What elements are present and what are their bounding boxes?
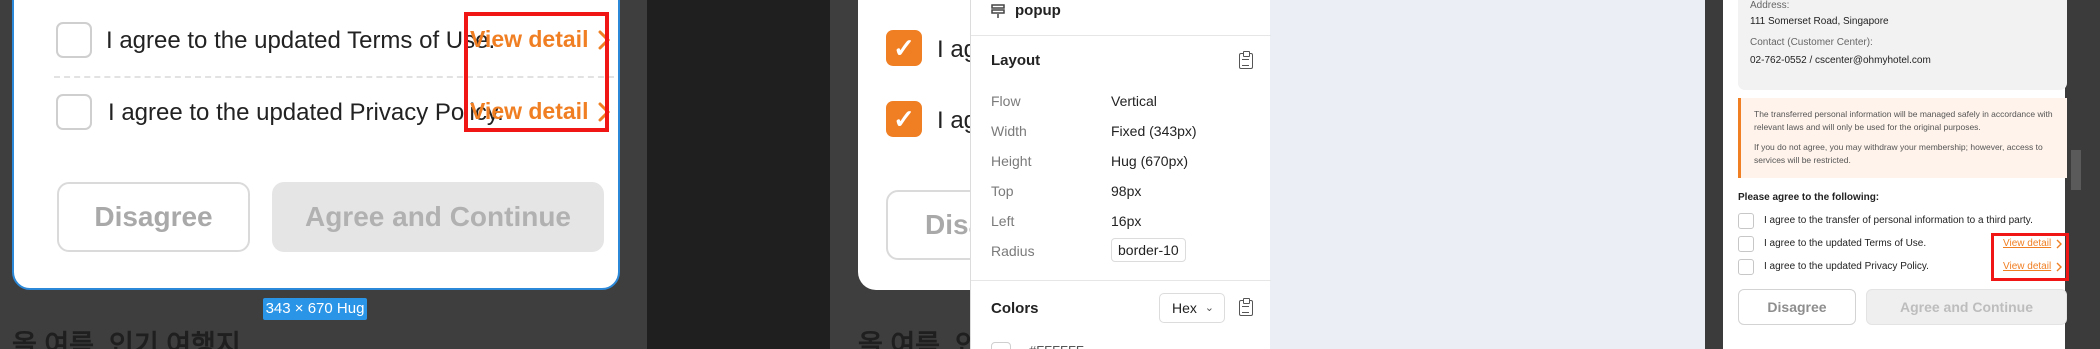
prop-value-top: 98px <box>1111 183 1142 199</box>
checked-checkbox[interactable]: ✓ <box>886 30 922 66</box>
canvas-gap <box>647 0 830 349</box>
prop-label-top: Top <box>991 183 1014 199</box>
colors-title: Colors <box>991 300 1039 317</box>
prop-value-radius: border-10 <box>1111 238 1186 262</box>
preview-canvas-left: I agree to the updated Terms of Use. Vie… <box>0 0 647 349</box>
third-party-label: I agree to the transfer of personal info… <box>1764 215 2033 226</box>
address-value: 111 Somerset Road, Singapore <box>1750 16 1889 27</box>
agree-continue-button[interactable]: Agree and Continue <box>272 182 604 252</box>
prop-value-height: Hug (670px) <box>1111 153 1189 169</box>
contact-value: 02-762-0552 / cscenter@ohmyhotel.com <box>1750 55 1931 66</box>
notice-text-1: The transferred personal information wil… <box>1754 109 2053 132</box>
row-label-partial: I ag <box>937 107 970 134</box>
background-element <box>2071 150 2081 190</box>
privacy-label: I agree to the updated Privacy Policy. <box>1764 261 1929 272</box>
consent-popup: I agree to the updated Terms of Use. Vie… <box>12 0 620 290</box>
terms-label: I agree to the updated Terms of Use. <box>106 27 496 54</box>
hotel-info-box: Address: 111 Somerset Road, Singapore Co… <box>1738 0 2067 90</box>
copy-icon[interactable] <box>1239 298 1253 316</box>
disagree-button[interactable]: Disagree <box>1738 289 1856 325</box>
divider <box>971 35 1271 36</box>
view-detail-highlight <box>464 12 609 132</box>
privacy-label: I agree to the updated Privacy Policy. <box>108 99 504 126</box>
frame-icon <box>991 3 1005 18</box>
privacy-checkbox[interactable] <box>1738 259 1754 275</box>
disagree-button-partial[interactable]: Disa <box>886 190 970 260</box>
disagree-button[interactable]: Disagree <box>57 182 250 252</box>
color-format-select[interactable]: Hex ⌄ <box>1159 293 1225 323</box>
layer-name: popup <box>1015 2 1061 19</box>
agree-heading: Please agree to the following: <box>1738 192 1880 203</box>
contact-label: Contact (Customer Center): <box>1750 37 1873 48</box>
prop-label-width: Width <box>991 123 1027 139</box>
color-swatch[interactable] <box>991 342 1011 349</box>
agree-continue-button[interactable]: Agree and Continue <box>1866 289 2067 325</box>
prop-label-left: Left <box>991 213 1015 229</box>
color-format-value: Hex <box>1172 300 1197 316</box>
privacy-checkbox[interactable] <box>56 94 92 130</box>
background-heading: 올 여름, 인기 여행지 <box>858 330 970 349</box>
preview-canvas-middle: ✓ I ag ✓ I ag Disa 올 여름, 인기 여행지 <box>830 0 970 349</box>
dimension-tag: 343 × 670 Hug <box>263 298 367 320</box>
terms-checkbox[interactable] <box>56 22 92 58</box>
view-detail-highlight <box>1991 233 2069 281</box>
checked-checkbox[interactable]: ✓ <box>886 101 922 137</box>
notice-text-2: If you do not agree, you may withdraw yo… <box>1754 142 2043 165</box>
prop-value-left: 16px <box>1111 213 1142 229</box>
copy-icon[interactable] <box>1239 51 1253 69</box>
swatch-value: #FFFFFF <box>1029 343 1084 349</box>
chevron-down-icon: ⌄ <box>1204 302 1214 314</box>
inspector-panel: popup Layout Flow Vertical Width Fixed (… <box>970 0 1271 349</box>
prop-label-radius: Radius <box>991 243 1035 259</box>
layout-title: Layout <box>991 52 1041 69</box>
layer-header: popup <box>991 2 1061 19</box>
notice-box: The transferred personal information wil… <box>1738 98 2067 178</box>
divider <box>971 280 1271 281</box>
prop-value-flow: Vertical <box>1111 93 1157 109</box>
prop-value-width: Fixed (343px) <box>1111 123 1197 139</box>
row-label-partial: I ag <box>937 36 970 63</box>
background-heading: 올 여름, 인기 여행지 <box>12 330 241 349</box>
terms-checkbox[interactable] <box>1738 236 1754 252</box>
terms-label: I agree to the updated Terms of Use. <box>1764 238 1927 249</box>
prop-label-flow: Flow <box>991 93 1021 109</box>
prop-label-height: Height <box>991 153 1032 169</box>
address-label: Address: <box>1750 0 1790 11</box>
third-party-checkbox[interactable] <box>1738 213 1754 229</box>
